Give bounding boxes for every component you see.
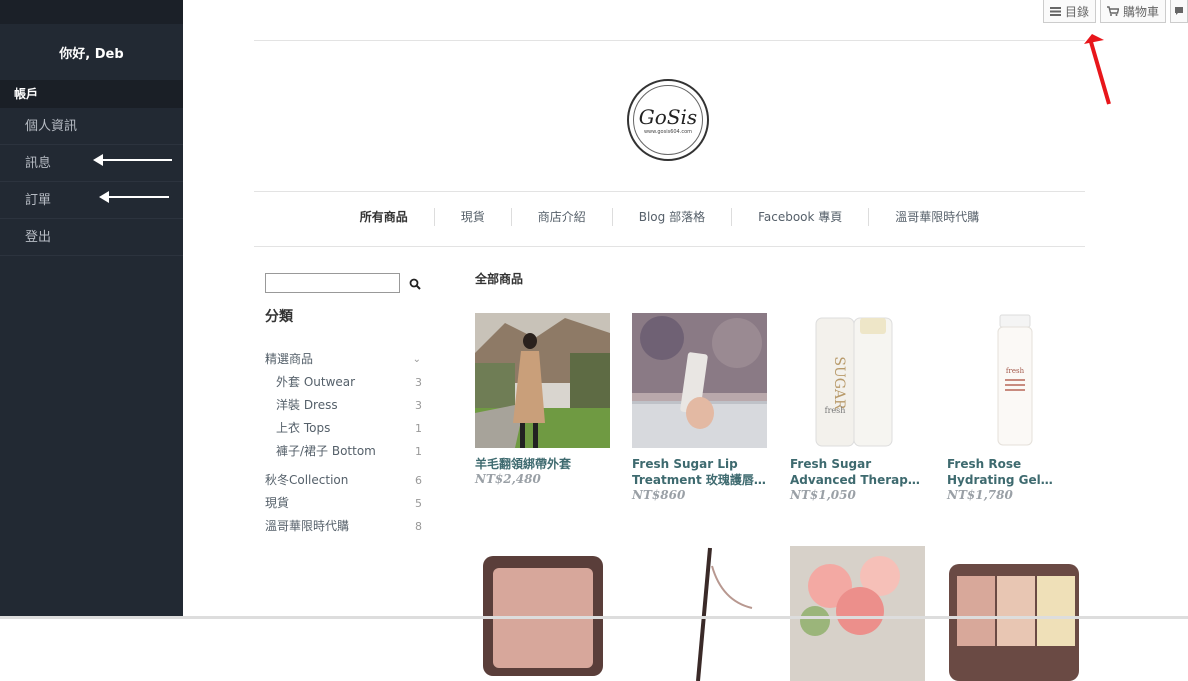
category-count: 8 bbox=[415, 520, 422, 533]
main-nav: 所有商品 現貨 商店介紹 Blog 部落格 Facebook 專頁 溫哥華限時代… bbox=[254, 208, 1085, 226]
product-card[interactable] bbox=[475, 546, 610, 681]
category-count: 6 bbox=[415, 474, 422, 487]
sidebar-item-label: 訊息 bbox=[25, 156, 52, 171]
product-price: NT$2,480 bbox=[475, 472, 541, 486]
cart-button-label: 購物車 bbox=[1122, 4, 1159, 19]
nav-item-vancouver[interactable]: 溫哥華限時代購 bbox=[868, 208, 1005, 226]
sidebar: 你好, Deb 帳戶 個人資訊 訊息 訂單 登出 bbox=[0, 0, 183, 619]
annotation-arrow-icon bbox=[93, 154, 172, 166]
divider bbox=[254, 246, 1085, 247]
product-name[interactable]: Fresh Rose Hydrating Gel Cream 玫瑰保濕... bbox=[947, 456, 1082, 488]
category-count: 3 bbox=[415, 376, 422, 389]
product-card[interactable]: 羊毛翻領綁帶外套 NT$2,480 bbox=[475, 313, 610, 486]
sidebar-item-orders[interactable]: 訂單 bbox=[0, 182, 183, 219]
product-card[interactable] bbox=[790, 546, 925, 681]
annotation-red-arrow-icon bbox=[1084, 34, 1111, 105]
logo-text: GoSis bbox=[638, 105, 698, 129]
logo-ring: GoSis www.gosis604.com bbox=[633, 85, 703, 155]
sidebar-item-messages[interactable]: 訊息 bbox=[0, 145, 183, 182]
nav-item-all-products[interactable]: 所有商品 bbox=[334, 208, 434, 226]
category-count: 3 bbox=[415, 399, 422, 412]
sidebar-top-strip bbox=[0, 0, 183, 24]
product-name[interactable]: Fresh Sugar Lip Treatment 玫瑰護唇膏... bbox=[632, 456, 767, 488]
search-input[interactable] bbox=[265, 273, 400, 293]
category-count: 5 bbox=[415, 497, 422, 510]
chat-icon bbox=[1175, 7, 1183, 15]
hamburger-icon bbox=[1049, 6, 1061, 16]
product-name[interactable]: 羊毛翻領綁帶外套 bbox=[475, 456, 610, 472]
sidebar-item-logout[interactable]: 登出 bbox=[0, 219, 183, 256]
category-count: 1 bbox=[415, 422, 422, 435]
product-image[interactable] bbox=[947, 546, 1082, 681]
sidebar-item-label: 個人資訊 bbox=[25, 119, 78, 134]
product-price: NT$1,050 bbox=[790, 488, 856, 502]
chevron-down-icon[interactable]: ⌄ bbox=[413, 348, 421, 371]
top-actions: 目錄 購物車 bbox=[1042, 0, 1188, 23]
category-in-stock[interactable]: 現貨 5 bbox=[265, 492, 425, 515]
category-bottom[interactable]: 褲子/裙子 Bottom 1 bbox=[265, 440, 425, 463]
category-label: 秋冬Collection bbox=[265, 473, 349, 487]
product-image[interactable] bbox=[632, 546, 767, 681]
category-fw-collection[interactable]: 秋冬Collection 6 bbox=[265, 469, 425, 492]
category-label: 洋裝 Dress bbox=[276, 398, 338, 412]
product-image[interactable] bbox=[632, 313, 767, 448]
product-card[interactable] bbox=[947, 546, 1082, 681]
product-image[interactable] bbox=[475, 313, 610, 448]
menu-button[interactable]: 目錄 bbox=[1042, 0, 1096, 23]
divider bbox=[254, 191, 1085, 192]
category-label: 現貨 bbox=[265, 496, 290, 510]
product-card[interactable]: Fresh Sugar Lip Treatment 玫瑰護唇膏... NT$86… bbox=[632, 313, 767, 502]
product-image[interactable]: fresh bbox=[947, 313, 1082, 448]
nav-item-blog[interactable]: Blog 部落格 bbox=[611, 208, 731, 226]
sidebar-item-label: 訂單 bbox=[25, 193, 52, 208]
product-image[interactable] bbox=[790, 546, 925, 681]
svg-text:SUGAR: SUGAR bbox=[831, 356, 847, 410]
category-tops[interactable]: 上衣 Tops 1 bbox=[265, 417, 425, 440]
svg-text:fresh: fresh bbox=[825, 406, 846, 415]
category-label: 溫哥華限時代購 bbox=[265, 519, 350, 533]
category-dress[interactable]: 洋裝 Dress 3 bbox=[265, 394, 425, 417]
category-featured[interactable]: 精選商品 ⌄ bbox=[265, 348, 425, 371]
logo-url: www.gosis604.com bbox=[643, 129, 693, 135]
category-count: 1 bbox=[415, 445, 422, 458]
cart-icon bbox=[1106, 6, 1119, 16]
sidebar-item-profile[interactable]: 個人資訊 bbox=[0, 108, 183, 145]
divider bbox=[254, 40, 1085, 41]
nav-item-in-stock[interactable]: 現貨 bbox=[433, 208, 511, 226]
product-price: NT$860 bbox=[632, 488, 686, 502]
product-card[interactable]: SUGAR fresh Fresh Sugar Advanced Therapy… bbox=[790, 313, 925, 502]
product-price: NT$1,780 bbox=[947, 488, 1013, 502]
category-list: 精選商品 ⌄ 外套 Outwear 3 洋裝 Dress 3 上衣 Tops 1 褲子… bbox=[265, 348, 425, 538]
search-icon[interactable] bbox=[409, 278, 421, 290]
sidebar-section-title: 帳戶 bbox=[0, 80, 183, 108]
product-section-title: 全部商品 bbox=[475, 272, 524, 286]
store-logo[interactable]: GoSis www.gosis604.com bbox=[627, 79, 709, 161]
nav-item-facebook[interactable]: Facebook 專頁 bbox=[731, 208, 868, 226]
nav-item-about[interactable]: 商店介紹 bbox=[510, 208, 612, 226]
category-label: 上衣 Tops bbox=[276, 421, 331, 435]
greeting: 你好, Deb bbox=[59, 46, 124, 62]
product-card[interactable]: fresh Fresh Rose Hydrating Gel Cream 玫瑰保… bbox=[947, 313, 1082, 502]
product-card[interactable] bbox=[632, 546, 767, 681]
category-title: 分類 bbox=[265, 309, 293, 325]
category-vancouver[interactable]: 溫哥華限時代購 8 bbox=[265, 515, 425, 538]
category-label: 精選商品 bbox=[265, 352, 314, 366]
category-label: 外套 Outwear bbox=[276, 375, 356, 389]
category-outwear[interactable]: 外套 Outwear 3 bbox=[265, 371, 425, 394]
product-image[interactable]: SUGAR fresh bbox=[790, 313, 925, 448]
chat-button[interactable] bbox=[1170, 0, 1188, 23]
cart-button[interactable]: 購物車 bbox=[1099, 0, 1166, 23]
product-name[interactable]: Fresh Sugar Advanced Therapy Lip Treatme… bbox=[790, 456, 925, 488]
sidebar-item-label: 登出 bbox=[25, 230, 52, 245]
product-image[interactable] bbox=[475, 546, 610, 681]
annotation-arrow-icon bbox=[99, 191, 169, 203]
menu-button-label: 目錄 bbox=[1064, 4, 1089, 19]
svg-text:fresh: fresh bbox=[1006, 367, 1025, 375]
category-label: 褲子/裙子 Bottom bbox=[276, 444, 376, 458]
